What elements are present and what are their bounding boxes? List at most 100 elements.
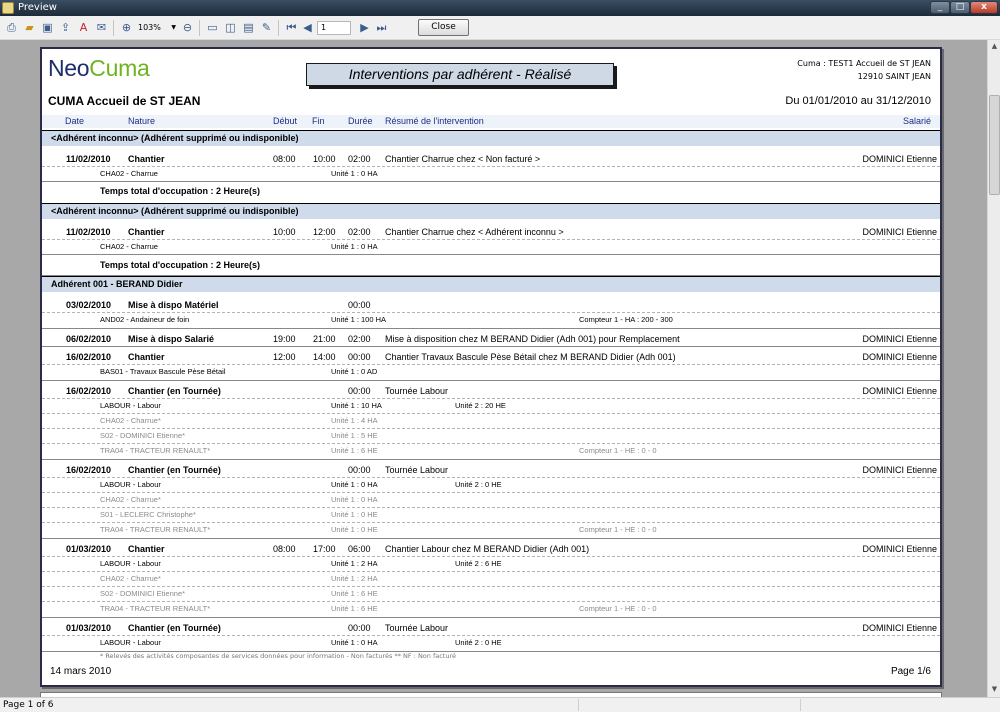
- entry-debut: 08:00: [273, 154, 296, 164]
- table-row: 16/02/2010 Chantier 12:00 14:00 00:00 Chantie…: [42, 351, 940, 364]
- minimize-button[interactable]: _: [930, 1, 950, 14]
- mail-icon[interactable]: ✉: [94, 20, 109, 35]
- report-title: Interventions par adhérent - Réalisé: [306, 63, 614, 86]
- entry-debut: 10:00: [273, 227, 296, 237]
- close-button[interactable]: Close: [418, 19, 469, 36]
- entry-date: 03/02/2010: [66, 300, 112, 310]
- sub-unit1: Unité 1 : 2 HA: [331, 574, 378, 583]
- entry-duree: 06:00: [348, 544, 371, 554]
- vertical-scrollbar[interactable]: ▲ ▼: [987, 40, 1000, 697]
- col-date: Date: [65, 116, 85, 126]
- sub-unit1: Unité 1 : 6 HE: [331, 604, 378, 613]
- edit-icon[interactable]: ✎: [259, 20, 274, 35]
- table-row: 11/02/2010 Chantier 10:00 12:00 02:00 Chantie…: [42, 226, 940, 239]
- pdf-icon[interactable]: A: [76, 20, 91, 35]
- entry-nature: Mise à dispo Salarié: [128, 334, 215, 344]
- table-subrow: LABOUR - Labour Unité 1 : 0 HA Unité 2 : 0…: [42, 636, 940, 649]
- table-subrow: S02 - DOMINICI Etienne* Unité 1 : 6 HE: [42, 587, 940, 600]
- table-subrow: CHA02 - Charrue Unité 1 : 0 HA: [42, 167, 940, 180]
- entry-debut: 19:00: [273, 334, 296, 344]
- zoom-select[interactable]: 103% ▼: [138, 21, 176, 35]
- entry-debut: 08:00: [273, 544, 296, 554]
- table-subrow: BAS01 - Travaux Bascule Pèse Bétail Unité…: [42, 365, 940, 378]
- entry-duree: 02:00: [348, 227, 371, 237]
- open-folder-icon[interactable]: ▰: [22, 20, 37, 35]
- sub-unit1: Unité 1 : 0 HA: [331, 638, 378, 647]
- zoom-value: 103%: [138, 23, 161, 32]
- print-icon[interactable]: ⎙: [4, 20, 19, 35]
- sub-unit1: Unité 1 : 0 HE: [331, 510, 378, 519]
- entry-date: 01/03/2010: [66, 623, 112, 633]
- first-page-icon[interactable]: ⏮: [284, 20, 299, 35]
- entry-nature: Chantier (en Tournée): [128, 465, 221, 475]
- maximize-button[interactable]: □: [950, 1, 970, 14]
- scroll-thumb[interactable]: [989, 95, 1000, 195]
- zoom-out-icon[interactable]: ⊖: [180, 20, 195, 35]
- entry-resume: Chantier Travaux Bascule Pèse Bétail che…: [385, 352, 676, 362]
- entry-duree: 00:00: [348, 352, 371, 362]
- export-icon[interactable]: ⇪: [58, 20, 73, 35]
- sub-item: S02 - DOMINICI Etienne*: [100, 589, 186, 598]
- scroll-down-icon[interactable]: ▼: [990, 685, 999, 694]
- sub-item: TRA04 - TRACTEUR RENAULT*: [100, 446, 211, 455]
- table-subrow: CHA02 - Charrue Unité 1 : 0 HA: [42, 240, 940, 253]
- sub-item: S01 - LECLERC Christophe*: [100, 510, 196, 519]
- entry-salarie: DOMINICI Etienne: [862, 465, 937, 475]
- entry-duree: 00:00: [348, 386, 371, 396]
- group-header: <Adhérent inconnu> (Adhérent supprimé ou…: [42, 203, 940, 219]
- entry-nature: Chantier: [128, 352, 165, 362]
- zoom-in-icon[interactable]: ⊕: [119, 20, 134, 35]
- divider: [42, 617, 940, 618]
- entry-salarie: DOMINICI Etienne: [862, 623, 937, 633]
- entry-resume: Chantier Charrue chez < Adhérent inconnu…: [385, 227, 564, 237]
- entry-date: 06/02/2010: [66, 334, 112, 344]
- sub-compteur: Compteur 1 - HA : 200 - 300: [579, 315, 673, 324]
- group-header: <Adhérent inconnu> (Adhérent supprimé ou…: [42, 130, 940, 146]
- sub-unit1: Unité 1 : 0 HA: [331, 242, 378, 251]
- previous-page-icon[interactable]: ◀: [300, 20, 315, 35]
- sub-compteur: Compteur 1 - HE : 0 - 0: [579, 446, 657, 455]
- entry-duree: 02:00: [348, 334, 371, 344]
- entry-fin: 14:00: [313, 352, 336, 362]
- app-icon: [2, 2, 14, 14]
- last-page-icon[interactable]: ⏭: [374, 20, 389, 35]
- status-bar: Page 1 of 6: [0, 697, 1000, 712]
- book-view-icon[interactable]: ▤: [241, 20, 256, 35]
- sub-unit2: Unité 2 : 6 HE: [455, 559, 502, 568]
- page-number-input[interactable]: 1: [317, 21, 351, 35]
- sub-unit1: Unité 1 : 100 HA: [331, 315, 387, 324]
- sub-item: BAS01 - Travaux Bascule Pèse Bétail: [100, 367, 226, 376]
- sub-item: CHA02 - Charrue*: [100, 495, 161, 504]
- table-subrow: TRA04 - TRACTEUR RENAULT* Unité 1 : 6 HE C…: [42, 444, 940, 457]
- entry-duree: 00:00: [348, 465, 371, 475]
- sub-unit1: Unité 1 : 0 HE: [331, 525, 378, 534]
- entry-nature: Chantier: [128, 227, 165, 237]
- save-icon[interactable]: ▣: [40, 20, 55, 35]
- divider: [42, 181, 940, 182]
- divider: [42, 459, 940, 460]
- window-close-button[interactable]: x: [970, 1, 998, 14]
- report-period: Du 01/01/2010 au 31/12/2010: [785, 95, 931, 107]
- col-resume: Résumé de l'intervention: [385, 116, 484, 126]
- sub-item: LABOUR - Labour: [100, 559, 161, 568]
- two-page-icon[interactable]: ◫: [223, 20, 238, 35]
- cuma-address: Cuma : TEST1 Accueil de ST JEAN 12910 SA…: [797, 59, 931, 81]
- sub-unit1: Unité 1 : 4 HA: [331, 416, 378, 425]
- entry-salarie: DOMINICI Etienne: [862, 154, 937, 164]
- table-row: 06/02/2010 Mise à dispo Salarié 19:00 21:00…: [42, 333, 940, 346]
- entry-nature: Chantier (en Tournée): [128, 386, 221, 396]
- entry-date: 01/03/2010: [66, 544, 112, 554]
- sub-item: CHA02 - Charrue*: [100, 416, 161, 425]
- divider: [42, 328, 940, 329]
- table-subrow: AND02 - Andaineur de foin Unité 1 : 100 H…: [42, 313, 940, 326]
- sub-item: LABOUR - Labour: [100, 401, 161, 410]
- sub-compteur: Compteur 1 - HE : 0 - 0: [579, 525, 657, 534]
- toolbar-separator: [113, 20, 114, 36]
- scroll-up-icon[interactable]: ▲: [990, 42, 999, 51]
- entry-duree: 00:00: [348, 300, 371, 310]
- entry-resume: Chantier Charrue chez < Non facturé >: [385, 154, 541, 164]
- next-page-icon[interactable]: ▶: [357, 20, 372, 35]
- single-page-icon[interactable]: ▭: [205, 20, 220, 35]
- entry-fin: 12:00: [313, 227, 336, 237]
- toolbar-separator: [199, 20, 200, 36]
